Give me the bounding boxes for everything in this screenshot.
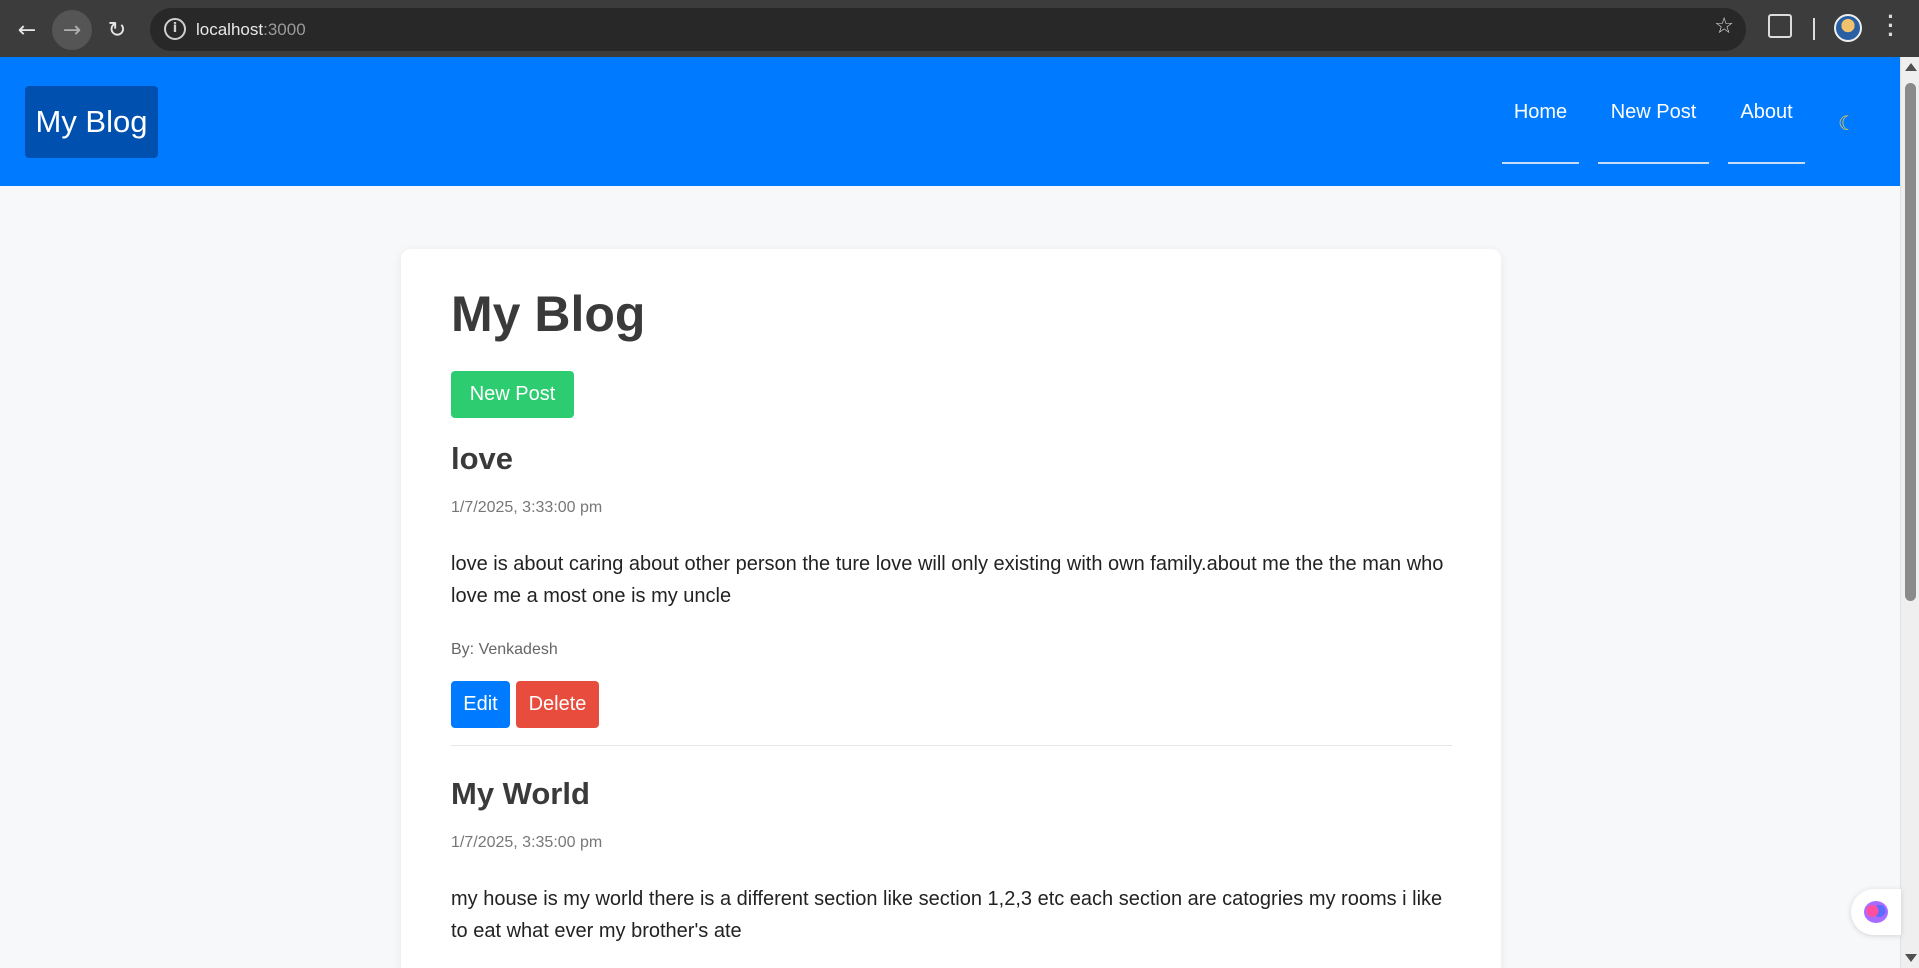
nav-new-post[interactable]: New Post: [1598, 101, 1709, 164]
extensions-icon[interactable]: [1768, 14, 1792, 38]
edit-button[interactable]: Edit: [451, 681, 510, 728]
scroll-up-arrow-icon[interactable]: [1905, 63, 1917, 71]
moon-icon[interactable]: ☾: [1838, 111, 1856, 135]
new-post-button[interactable]: New Post: [451, 371, 574, 418]
url-host: localhost: [196, 20, 264, 39]
reload-icon[interactable]: ↻: [97, 10, 137, 50]
post-divider: [451, 745, 1452, 746]
url-text[interactable]: localhost:3000: [196, 20, 306, 40]
profile-avatar[interactable]: [1834, 14, 1862, 42]
blog-card: My Blog New Post love 1/7/2025, 3:33:00 …: [401, 249, 1501, 968]
post-title: My World: [451, 776, 590, 811]
post-date: 1/7/2025, 3:33:00 pm: [451, 499, 603, 516]
toolbar-divider: [1813, 18, 1815, 40]
page-scrollbar[interactable]: [1900, 57, 1919, 968]
more-menu-icon[interactable]: · · ·: [1886, 6, 1896, 46]
back-arrow-icon[interactable]: ←: [7, 10, 47, 50]
nav-underline: [1728, 162, 1805, 164]
nav-new-post-label: New Post: [1610, 101, 1697, 123]
site-header: My Blog Home New Post About ☾: [0, 57, 1900, 186]
forward-arrow-icon[interactable]: →: [52, 10, 92, 50]
post-body: my house is my world there is a differen…: [451, 888, 1443, 942]
post-body: love is about caring about other person …: [451, 553, 1444, 607]
nav-underline: [1502, 162, 1579, 164]
nav-home-label: Home: [1513, 101, 1568, 123]
nav-about-label: About: [1740, 101, 1793, 123]
site-info-icon[interactable]: i: [164, 18, 186, 40]
post-title: love: [451, 441, 514, 476]
brand-logo[interactable]: My Blog: [25, 86, 158, 158]
bookmark-star-icon[interactable]: ☆: [1714, 14, 1734, 39]
address-bar[interactable]: i localhost:3000 ☆: [150, 8, 1746, 51]
nav-home[interactable]: Home: [1502, 101, 1579, 164]
scroll-thumb[interactable]: [1905, 83, 1916, 601]
brain-icon: [1864, 901, 1888, 923]
post-date: 1/7/2025, 3:35:00 pm: [451, 834, 603, 851]
delete-button[interactable]: Delete: [516, 681, 599, 728]
scroll-down-arrow-icon[interactable]: [1905, 954, 1917, 962]
post-author: By: Venkadesh: [451, 641, 558, 658]
nav-underline: [1598, 162, 1709, 164]
browser-toolbar: ← → ↻ i localhost:3000 ☆ · · ·: [0, 0, 1919, 57]
assistant-widget[interactable]: [1851, 889, 1901, 935]
page-title: My Blog: [451, 286, 646, 342]
nav-about[interactable]: About: [1728, 101, 1805, 164]
url-port: :3000: [263, 20, 306, 39]
